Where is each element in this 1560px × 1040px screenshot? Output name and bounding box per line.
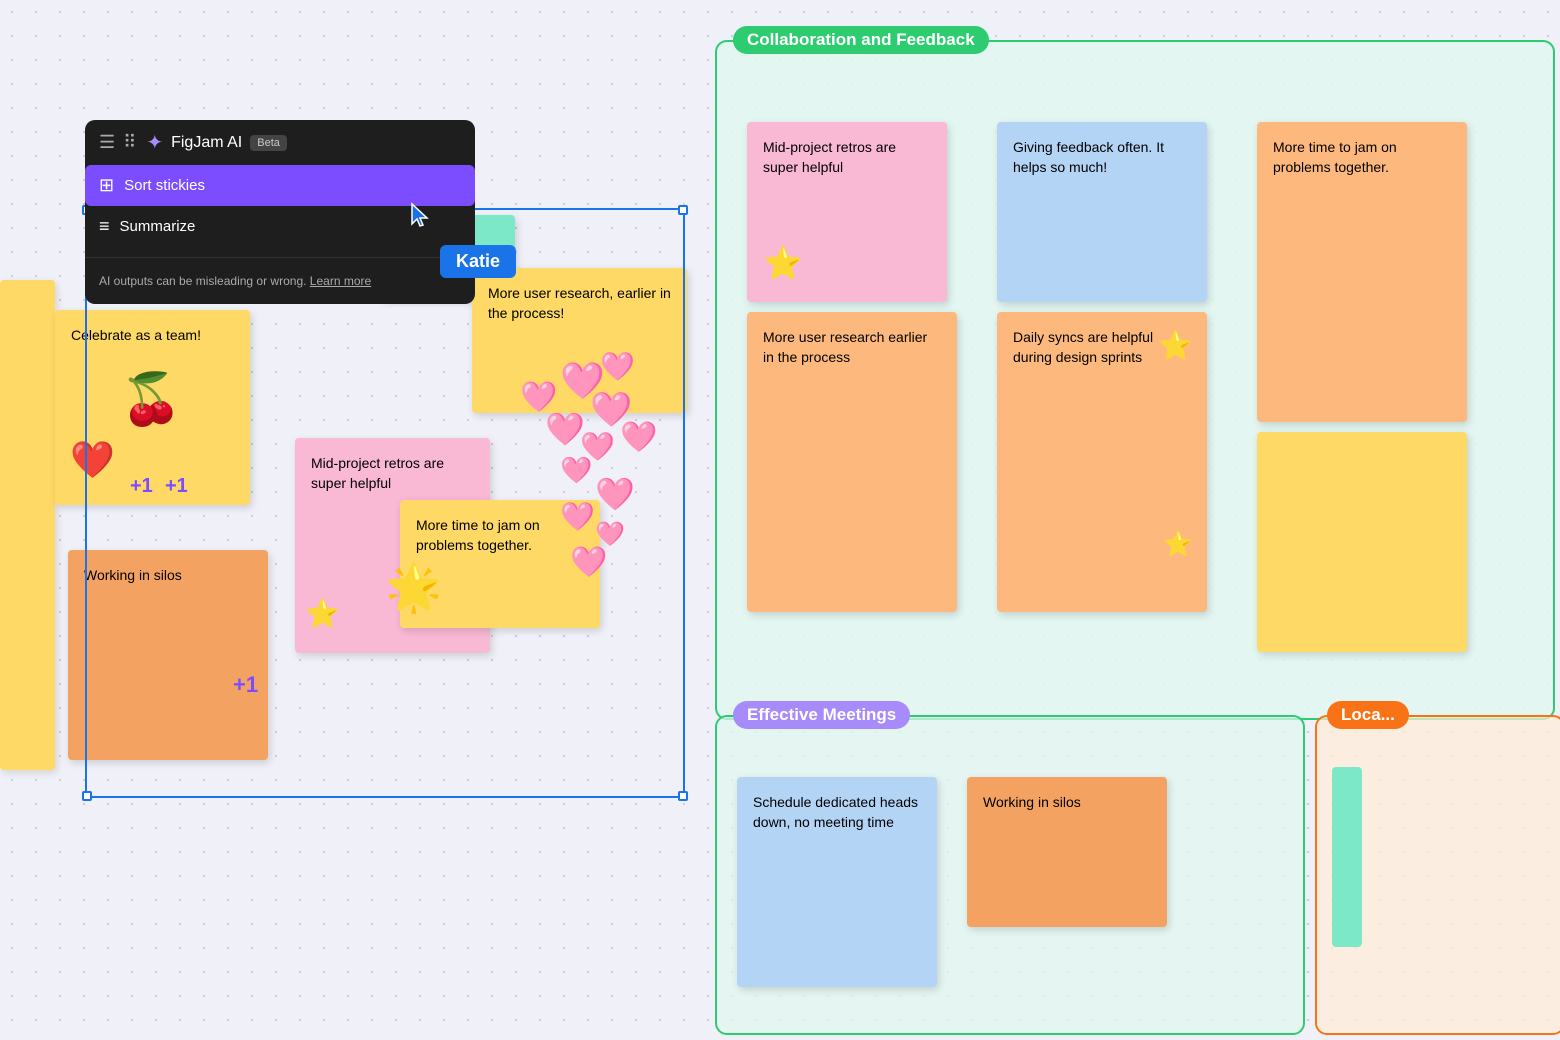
sticky-user-research-left-text: More user research, earlier in the proce… bbox=[488, 285, 671, 321]
heart-5: 🩷 bbox=[545, 410, 585, 448]
summarize-label: Summarize bbox=[120, 218, 196, 235]
star-mid-retros: ⭐ bbox=[305, 594, 340, 633]
sticky-mid-retros-left-text: Mid-project retros are super helpful bbox=[311, 455, 444, 491]
heart-sticker: ❤️ bbox=[70, 435, 115, 485]
beta-badge: Beta bbox=[250, 135, 287, 151]
sort-stickies-button[interactable]: ⊞ Sort stickies bbox=[85, 165, 475, 206]
heart-9: 🩷 bbox=[595, 475, 635, 513]
sticky-collab-time[interactable]: More time to jam on problems together. bbox=[1257, 122, 1467, 422]
heart-7: 🩷 bbox=[620, 420, 657, 455]
menu-divider bbox=[85, 257, 475, 258]
ai-title-text: FigJam AI bbox=[171, 134, 242, 152]
sticky-collab-syncs-text: Daily syncs are helpful during design sp… bbox=[1013, 329, 1153, 365]
user-cursor-label: Katie bbox=[440, 245, 516, 278]
sort-stickies-label: Sort stickies bbox=[124, 177, 205, 194]
sticky-collab-retros[interactable]: Mid-project retros are super helpful ⭐ bbox=[747, 122, 947, 302]
heart-3: 🩷 bbox=[600, 350, 635, 383]
ai-disclaimer: AI outputs can be misleading or wrong. L… bbox=[99, 268, 461, 294]
sticky-more-time-left-text: More time to jam on problems together. bbox=[416, 517, 540, 553]
collab-section-label: Collaboration and Feedback bbox=[733, 26, 989, 54]
toolbar-header: ☰ ⠿ ✦ FigJam AI Beta bbox=[99, 130, 461, 155]
grid-icon: ⠿ bbox=[123, 132, 136, 153]
heart-8: 🩷 bbox=[560, 455, 592, 486]
heart-10: 🩷 bbox=[560, 500, 595, 533]
star-collab-retros: ⭐ bbox=[763, 241, 803, 286]
ai-title: ✦ FigJam AI Beta bbox=[146, 130, 287, 155]
meetings-section-label: Effective Meetings bbox=[733, 701, 910, 729]
selection-handle-br[interactable] bbox=[678, 791, 688, 801]
sticky-meetings-working-text: Working in silos bbox=[983, 794, 1081, 810]
selection-handle-tr[interactable] bbox=[678, 205, 688, 215]
list-icon: ☰ bbox=[99, 132, 115, 153]
toolbar-icons: ☰ ⠿ bbox=[99, 132, 136, 153]
sort-icon: ⊞ bbox=[99, 175, 114, 196]
sticky-collab-feedback-text: Giving feedback often. It helps so much! bbox=[1013, 139, 1164, 175]
ai-toolbar: ☰ ⠿ ✦ FigJam AI Beta ⊞ Sort stickies ≡ S… bbox=[85, 120, 475, 304]
sticky-meetings-schedule[interactable]: Schedule dedicated heads down, no meetin… bbox=[737, 777, 937, 987]
rainbow-star-sticker: 🌟 bbox=[385, 560, 442, 615]
sticky-celebrate-text: Celebrate as a team! bbox=[71, 327, 201, 343]
star-syncs-1: ⭐ bbox=[1158, 326, 1193, 365]
plus-one-3: +1 bbox=[233, 672, 258, 698]
selection-handle-bl[interactable] bbox=[82, 791, 92, 801]
sparkle-icon: ✦ bbox=[146, 130, 163, 155]
plus-one-2: +1 bbox=[165, 475, 188, 498]
local-section-label: Loca... bbox=[1327, 701, 1409, 729]
meetings-section: Effective Meetings Schedule dedicated he… bbox=[715, 715, 1305, 1035]
sticky-meetings-working[interactable]: Working in silos bbox=[967, 777, 1167, 927]
sticky-collab-retros-text: Mid-project retros are super helpful bbox=[763, 139, 896, 175]
summarize-button[interactable]: ≡ Summarize bbox=[85, 206, 475, 247]
sticky-collab-time-text: More time to jam on problems together. bbox=[1273, 139, 1397, 175]
collab-section: Collaboration and Feedback Mid-project r… bbox=[715, 40, 1555, 720]
star-syncs-2: ⭐ bbox=[1163, 528, 1193, 562]
sticky-collab-research-text: More user research earlier in the proces… bbox=[763, 329, 927, 365]
summarize-icon: ≡ bbox=[99, 216, 110, 237]
sticky-working-silos-left[interactable]: Working in silos bbox=[68, 550, 268, 760]
disclaimer-text: AI outputs can be misleading or wrong. bbox=[99, 274, 306, 288]
learn-more-link[interactable]: Learn more bbox=[310, 274, 371, 288]
sticky-collab-feedback[interactable]: Giving feedback often. It helps so much! bbox=[997, 122, 1207, 302]
cherry-sticker: 🍒 bbox=[120, 370, 182, 429]
sticky-collab-yellow[interactable] bbox=[1257, 432, 1467, 652]
plus-one-1: +1 bbox=[130, 475, 153, 498]
sticky-meetings-schedule-text: Schedule dedicated heads down, no meetin… bbox=[753, 794, 918, 830]
sticky-collab-syncs[interactable]: Daily syncs are helpful during design sp… bbox=[997, 312, 1207, 612]
sticky-collab-research[interactable]: More user research earlier in the proces… bbox=[747, 312, 957, 612]
sticky-working-silos-text: Working in silos bbox=[84, 567, 182, 583]
sticky-yellow-strip bbox=[0, 280, 55, 770]
local-section-partial: Loca... bbox=[1315, 715, 1560, 1035]
sticky-local-partial bbox=[1332, 767, 1362, 947]
heart-12: 🩷 bbox=[570, 545, 607, 580]
